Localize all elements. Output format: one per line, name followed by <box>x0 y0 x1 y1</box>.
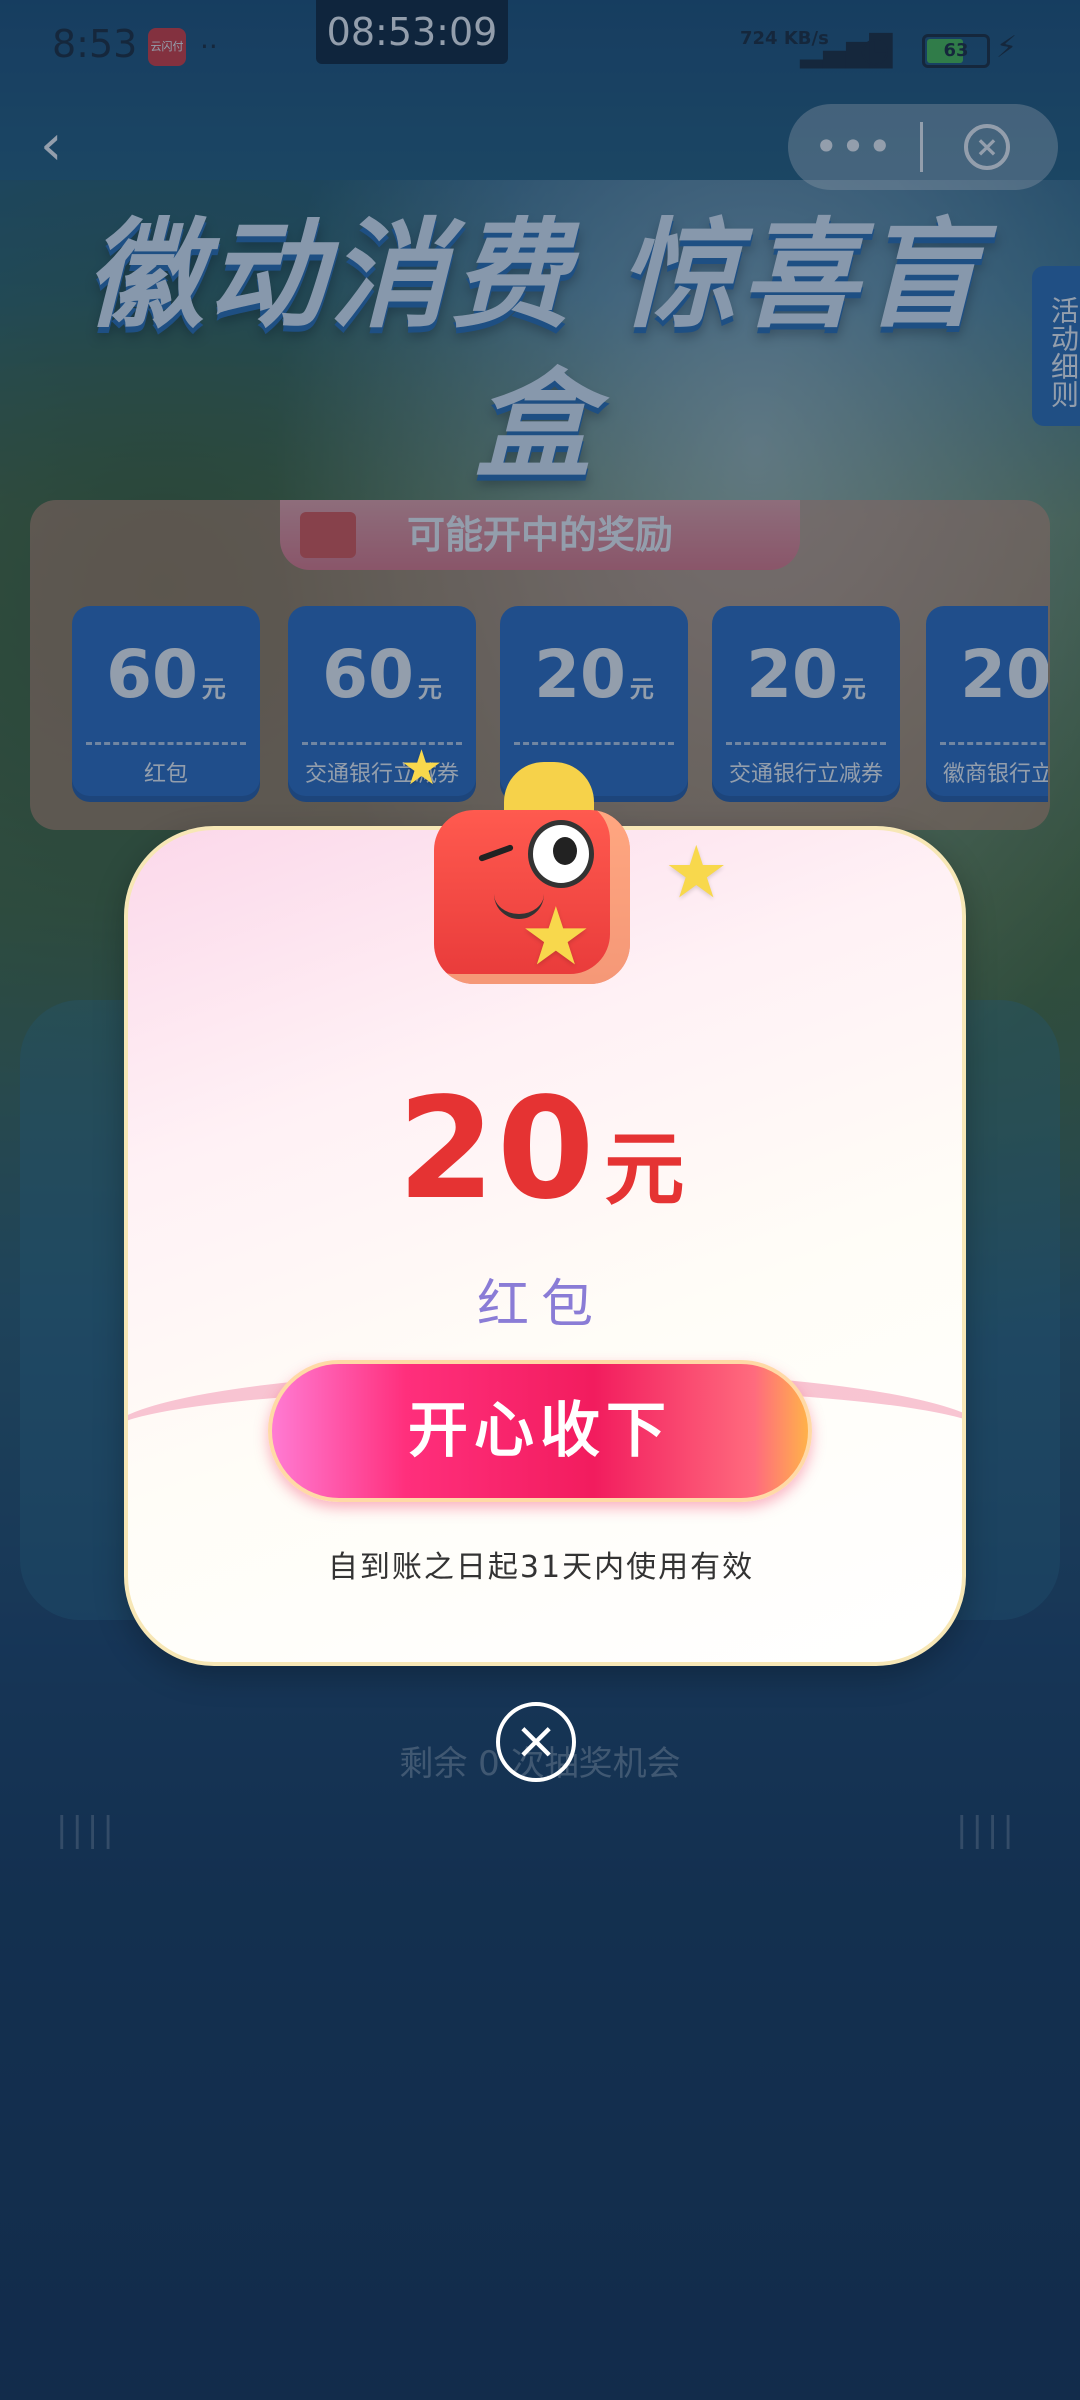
prize-amount: 20 元 <box>124 1068 958 1231</box>
star-icon: ★ <box>400 740 444 796</box>
modal-close-icon[interactable]: × <box>496 1702 576 1782</box>
prize-amount-unit: 元 <box>604 1123 685 1216</box>
accept-button[interactable]: 开心收下 <box>268 1360 812 1502</box>
validity-note: 自到账之日起31天内使用有效 <box>327 1550 755 1585</box>
star-icon: ★ <box>520 890 592 983</box>
prize-type: 红包 <box>476 1275 605 1335</box>
star-icon: ★ <box>664 830 729 914</box>
prize-amount-number: 20 <box>397 1068 597 1231</box>
